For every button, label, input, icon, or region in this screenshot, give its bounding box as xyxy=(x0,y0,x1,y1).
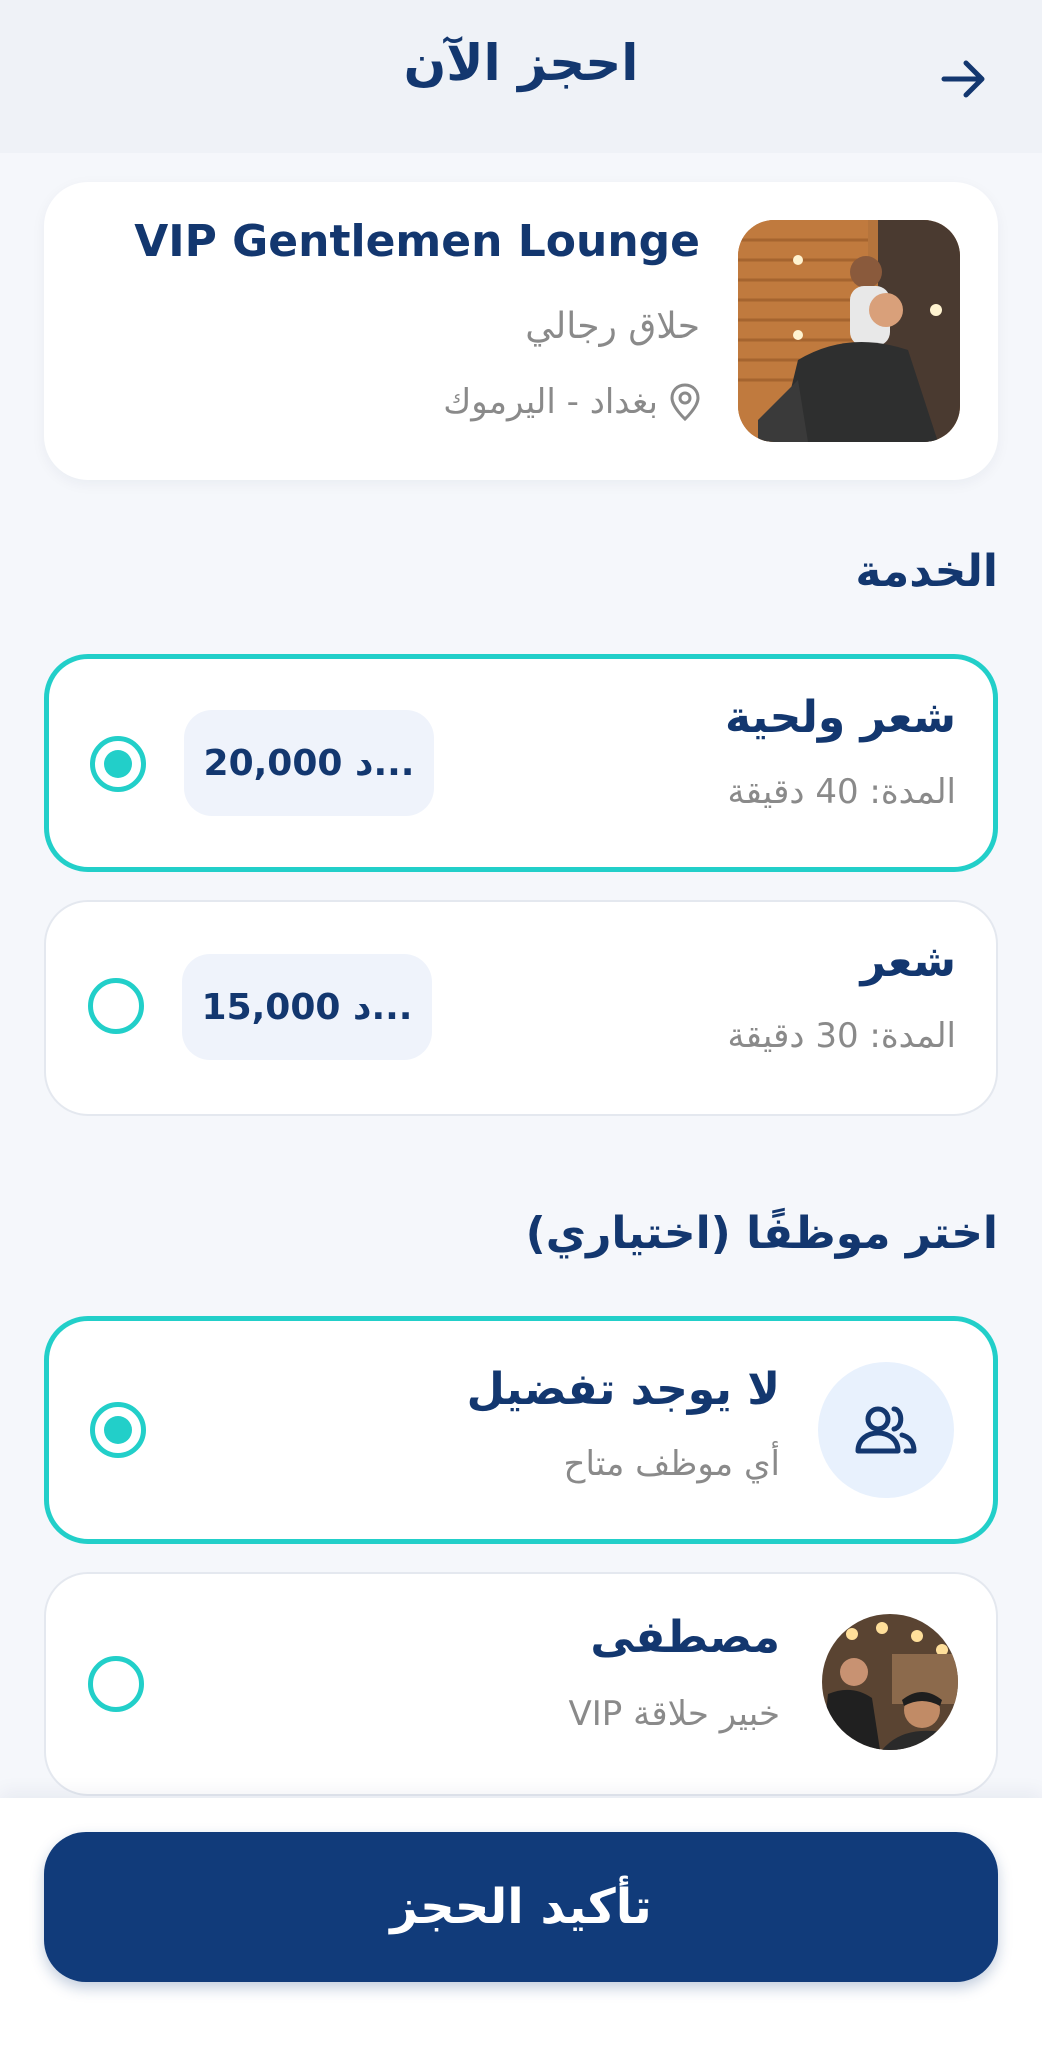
service-duration: المدة: 30 دقيقة xyxy=(727,1016,956,1056)
no-preference-avatar xyxy=(818,1362,954,1498)
service-name: شعر ولحية xyxy=(724,692,956,743)
app-header: احجز الآن xyxy=(0,0,1042,153)
back-button[interactable] xyxy=(926,48,1002,110)
location-text: بغداد - اليرموك xyxy=(443,382,658,422)
staff-section-title: اختر موظفًا (اختياري) xyxy=(525,1208,998,1259)
arrow-right-icon xyxy=(941,60,985,98)
service-duration: المدة: 40 دقيقة xyxy=(727,772,956,812)
service-radio-selected[interactable] xyxy=(90,736,146,792)
map-pin-icon xyxy=(670,383,700,421)
page-title: احجز الآن xyxy=(403,34,639,92)
confirm-booking-button[interactable]: تأكيد الحجز xyxy=(44,1832,998,1982)
staff-radio-selected[interactable] xyxy=(90,1402,146,1458)
service-price: 15,000 د... xyxy=(182,954,432,1060)
salon-location: بغداد - اليرموك xyxy=(443,382,700,422)
salon-name: VIP Gentlemen Lounge xyxy=(134,216,700,267)
staff-name: لا يوجد تفضيل xyxy=(466,1364,780,1415)
service-price: 20,000 د... xyxy=(184,710,434,816)
staff-avatar-mustafa xyxy=(822,1614,958,1750)
staff-subtitle: خبير حلاقة VIP xyxy=(568,1694,781,1734)
salon-type: حلاق رجالي xyxy=(525,306,700,347)
salon-photo xyxy=(738,220,960,442)
service-name: شعر xyxy=(860,936,956,987)
staff-radio[interactable] xyxy=(88,1656,144,1712)
services-section-title: الخدمة xyxy=(855,546,998,597)
users-icon xyxy=(855,1406,917,1454)
staff-subtitle: أي موظف متاح xyxy=(563,1444,780,1484)
staff-name: مصطفى xyxy=(590,1612,780,1663)
service-radio[interactable] xyxy=(88,978,144,1034)
